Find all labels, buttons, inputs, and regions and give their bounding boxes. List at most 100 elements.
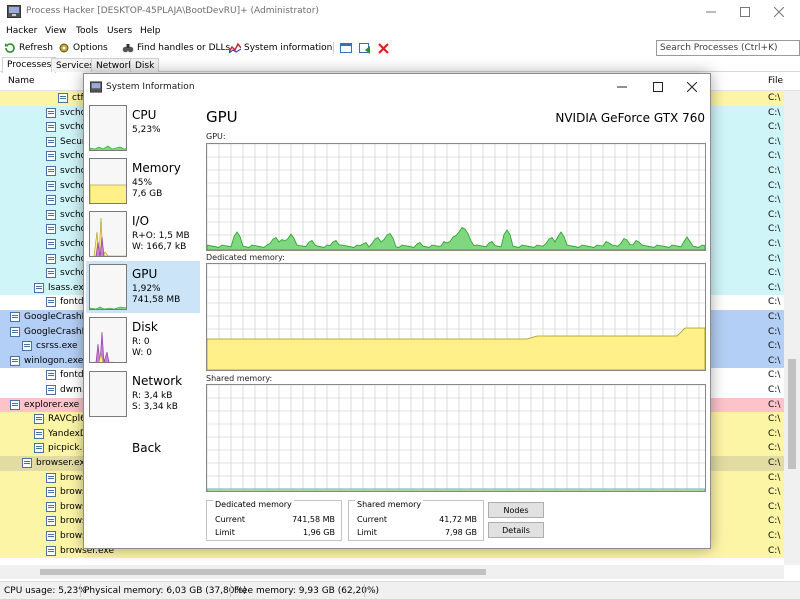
process-file: C:\ [768,326,781,337]
process-name: browser.exe [36,458,91,468]
shared-memory-box: Shared memory Current 41,72 MB Limit 7,9… [348,500,484,541]
process-icon [46,297,56,308]
sidebar-item-network[interactable]: Network R: 3,4 kB S: 3,34 kB [86,368,200,420]
vertical-scroll-thumb[interactable] [788,359,796,469]
red-x-icon [378,42,389,54]
process-icon [46,151,56,162]
disk-thumbnail-graph [89,317,127,363]
close-button[interactable] [756,0,800,24]
menu-hacker[interactable]: Hacker [6,26,37,36]
menu-bar: Hacker View Tools Users Help [0,24,800,39]
sysinfo-maximize-button[interactable] [640,74,676,100]
binoculars-icon [122,44,134,53]
sidebar-item-io[interactable]: I/O R+O: 1,5 MB W: 166,7 kB [86,208,200,260]
tab-processes[interactable]: Processes [2,57,57,73]
process-icon [46,516,56,527]
find-handles-button[interactable]: Find handles or DLLs [122,41,230,55]
process-icon [10,312,20,322]
details-button[interactable]: Details [488,522,544,538]
window-icon-button[interactable] [340,41,355,55]
sidebar-item-disk[interactable]: Disk R: 0 W: 0 [86,314,200,366]
status-cpu: CPU usage: 5,23% [4,586,87,596]
menu-view[interactable]: View [45,26,66,36]
shared-current-value: 41,72 MB [439,515,477,524]
process-file: C:\ [768,501,781,512]
process-file: C:\ [768,312,781,322]
system-information-label: System information [244,43,333,53]
process-name: explorer.exe [24,399,80,410]
process-icon [46,122,56,133]
chart-icon [229,42,241,54]
process-icon [46,370,56,381]
sidebar-item-memory[interactable]: Memory 45% 7,6 GB [86,155,200,207]
shared-memory-box-title: Shared memory [355,500,424,509]
column-file[interactable]: File [768,76,783,86]
process-file: C:\ [768,122,781,133]
status-bar: CPU usage: 5,23% Physical memory: 6,03 G… [0,581,800,599]
process-file: C:\ [768,282,781,293]
process-icon [10,399,20,410]
options-button[interactable]: Options [58,41,108,55]
process-file: C:\ [768,297,781,308]
sidebar-io-write: W: 166,7 kB [132,242,187,252]
find-handles-label: Find handles or DLLs [137,43,231,53]
refresh-label: Refresh [19,43,53,53]
process-hacker-icon [90,81,102,93]
process-icon [46,487,56,498]
horizontal-scroll-thumb[interactable] [40,569,486,575]
process-icon [46,166,56,176]
process-icon [22,458,32,468]
shared-limit-value: 7,98 GB [444,528,477,537]
process-file: C:\ [768,239,781,249]
nodes-button[interactable]: Nodes [488,502,544,518]
process-file: C:\ [768,516,781,527]
window-go-button[interactable] [359,41,374,55]
sysinfo-title-bar: System Information [84,74,710,100]
back-link[interactable]: Back [132,441,161,455]
process-file: C:\ [768,341,781,352]
sidebar-gpu-memory: 741,58 MB [132,295,181,305]
vertical-scrollbar[interactable] [784,91,800,565]
process-icon [10,355,20,366]
gpu-usage-area [207,226,705,250]
shared-memory-graph [206,384,706,492]
main-title-bar: Process Hacker [DESKTOP-45PLAJA\BootDevR… [0,0,800,24]
sysinfo-minimize-button[interactable] [604,74,640,100]
process-icon [46,209,56,220]
process-name: ctf [72,93,84,103]
process-icon [34,428,44,439]
refresh-button[interactable]: Refresh [4,41,53,55]
shared-current-label: Current [357,515,388,524]
horizontal-scrollbar[interactable] [0,565,784,579]
search-processes-input[interactable]: Search Processes (Ctrl+K) [656,40,800,56]
shared-memory-graph-label: Shared memory: [206,374,273,383]
sidebar-item-gpu[interactable]: GPU 1,92% 741,58 MB [86,261,200,313]
sidebar-cpu-label: CPU [132,108,157,122]
gpu-panel-title: GPU [206,108,238,126]
terminate-button[interactable] [378,41,392,55]
sysinfo-close-button[interactable] [674,74,710,100]
process-icon [46,253,56,264]
system-information-button[interactable]: System information [229,41,332,55]
column-name[interactable]: Name [8,76,35,86]
process-icon [46,472,56,483]
minimize-icon [617,86,627,88]
window-icon [340,43,352,53]
tab-disk[interactable]: Disk [130,58,160,72]
menu-help[interactable]: Help [140,26,161,36]
maximize-icon [740,7,750,17]
close-icon [687,82,697,92]
gpu-usage-graph [206,143,706,251]
process-file: C:\ [768,180,781,191]
process-file: C:\ [768,355,781,366]
process-file: C:\ [768,370,781,381]
main-tabs: Processes Services Network Disk [0,57,800,73]
process-icon [46,224,56,235]
sidebar-item-cpu[interactable]: CPU 5,23% [86,102,200,154]
gear-icon [59,43,69,53]
menu-tools[interactable]: Tools [76,26,98,36]
menu-users[interactable]: Users [107,26,132,36]
process-file: C:\ [768,268,781,279]
process-hacker-icon [7,5,21,18]
process-file: C:\ [768,224,781,235]
